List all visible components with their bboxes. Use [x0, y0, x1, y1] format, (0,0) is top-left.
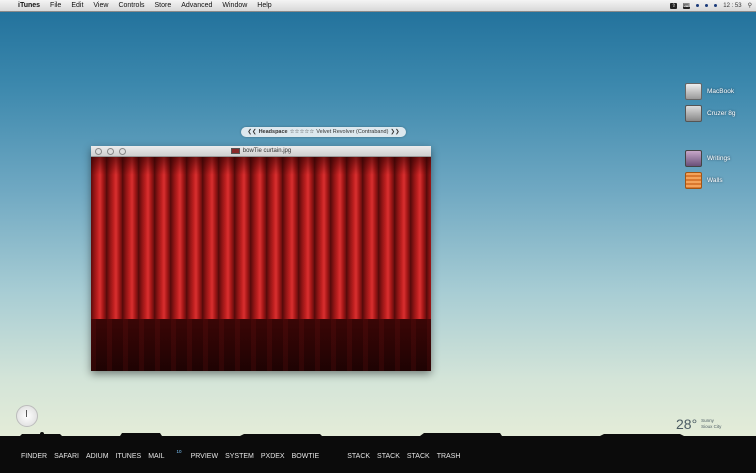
desktop-icon-label: Walls [707, 177, 723, 184]
desktop-icon-macbook[interactable]: MacBook [685, 83, 734, 100]
status-dot-icon[interactable] [705, 4, 709, 7]
dock-item-mail[interactable]: MAIL 10 [148, 449, 183, 460]
upload-status-icon[interactable]: ⇧ [670, 2, 678, 9]
dock-item-itunes[interactable]: ITUNES [116, 453, 142, 460]
status-dot-icon[interactable] [714, 4, 718, 7]
previous-track-button[interactable]: ❮❮ [247, 129, 256, 135]
curtain-top-shade [91, 157, 431, 175]
notebook-icon [685, 150, 702, 167]
spotlight-search-icon[interactable]: ⚲ [748, 2, 752, 9]
menu-extras: ⇧ ⌨ 12 : 53 ⚲ [670, 0, 752, 11]
menu-advanced[interactable]: Advanced [181, 2, 212, 9]
hard-drive-icon [685, 83, 702, 100]
dock-stack-2[interactable]: STACK [377, 453, 400, 460]
menu-controls[interactable]: Controls [118, 2, 144, 9]
menu-bar: iTunes File Edit View Controls Store Adv… [0, 0, 756, 12]
clock-hand-icon [26, 410, 27, 417]
desktop-icon-cruzer[interactable]: Cruzer 8g [685, 105, 736, 122]
menu-clock[interactable]: 12 : 53 [723, 3, 741, 9]
desktop-icon-label: Cruzer 8g [707, 110, 736, 117]
dock-item-bowtie[interactable]: BOWTIE [292, 453, 320, 460]
now-playing-bar: ❮❮ Headspace ☆☆☆☆☆ Velvet Revolver (Cont… [241, 127, 406, 137]
now-playing-artist: Headspace [258, 129, 288, 135]
status-dot-icon[interactable] [696, 4, 700, 7]
dock-item-safari[interactable]: SAFARI [54, 453, 79, 460]
bird-icon [40, 432, 44, 436]
stage-floor [91, 319, 431, 371]
window-titlebar[interactable]: bowTie curtain.jpg [91, 146, 431, 157]
window-title: bowTie curtain.jpg [242, 148, 292, 154]
dock-item-system[interactable]: SYSTEM [225, 453, 254, 460]
usb-drive-icon [685, 105, 702, 122]
zoom-button[interactable] [119, 148, 126, 155]
next-track-button[interactable]: ❯❯ [390, 129, 399, 135]
desktop-icon-label: Writings [707, 155, 731, 162]
clock-widget[interactable] [16, 405, 38, 427]
dock-trash[interactable]: TRASH [437, 453, 461, 460]
desktop-icon-label: MacBook [707, 88, 735, 95]
menu-help[interactable]: Help [257, 2, 271, 9]
dock-items: FINDER SAFARI ADIUM ITUNES MAIL 10 PRVIEW… [21, 449, 467, 460]
minimize-button[interactable] [107, 148, 114, 155]
dock-item-preview[interactable]: PRVIEW [191, 453, 219, 460]
dock-stack-3[interactable]: STACK [407, 453, 430, 460]
desktop-icon-writings[interactable]: Writings [685, 150, 730, 167]
dock-item-adium[interactable]: ADIUM [86, 453, 109, 460]
menu-view[interactable]: View [93, 2, 108, 9]
keyboard-status-icon[interactable]: ⌨ [683, 2, 690, 9]
curtain-image [91, 157, 431, 371]
menu-window[interactable]: Window [222, 2, 247, 9]
dock-item-pxdex[interactable]: PXDEX [261, 453, 285, 460]
dock-stack-1[interactable]: STACK [347, 453, 370, 460]
menu-edit[interactable]: Edit [71, 2, 83, 9]
dock-item-label: MAIL [148, 453, 165, 460]
now-playing-track: Velvet Revolver (Contraband) [316, 129, 389, 135]
mail-unread-badge: 10 [176, 449, 182, 454]
menu-store[interactable]: Store [155, 2, 172, 9]
menu-app-name[interactable]: iTunes [18, 2, 40, 9]
image-file-icon [230, 148, 240, 154]
rating-stars[interactable]: ☆☆☆☆☆ [290, 129, 315, 135]
desktop-icon-walls[interactable]: Walls [685, 172, 723, 189]
menu-file[interactable]: File [50, 2, 61, 9]
folder-icon [685, 172, 702, 189]
close-button[interactable] [95, 148, 102, 155]
image-preview-window: bowTie curtain.jpg [91, 146, 431, 371]
dock-item-finder[interactable]: FINDER [21, 453, 47, 460]
window-controls [95, 148, 126, 155]
